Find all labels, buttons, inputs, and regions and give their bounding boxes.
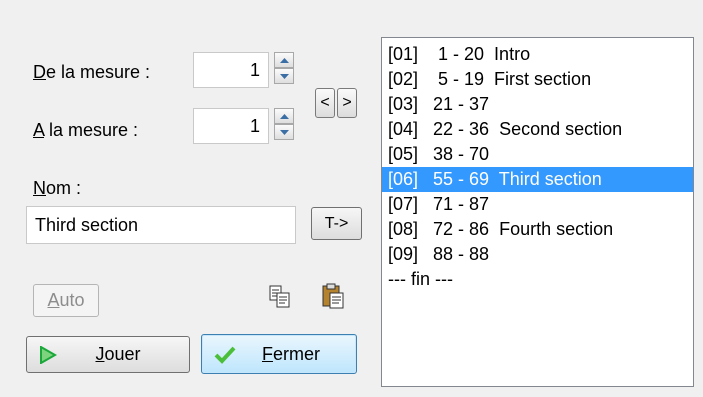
from-measure-spinner[interactable] xyxy=(274,52,294,84)
to-measure-down-button[interactable] xyxy=(274,124,294,140)
play-icon xyxy=(40,346,57,364)
list-item[interactable]: [07] 71 - 87 xyxy=(382,192,693,217)
arrow-up-icon xyxy=(279,113,289,119)
list-item[interactable]: [05] 38 - 70 xyxy=(382,142,693,167)
title-copy-button[interactable]: T-> xyxy=(311,207,362,240)
sections-listbox[interactable]: [01] 1 - 20 Intro [02] 5 - 19 First sect… xyxy=(381,37,694,387)
close-button[interactable]: Fermer xyxy=(201,334,357,374)
paste-icon[interactable] xyxy=(321,283,344,309)
arrow-down-icon xyxy=(279,129,289,135)
play-button[interactable]: Jouer xyxy=(26,336,190,373)
previous-button[interactable]: < xyxy=(315,88,335,118)
to-measure-label: A la mesure : xyxy=(33,120,139,140)
list-end-marker: --- fin --- xyxy=(388,269,453,289)
list-item[interactable]: [04] 22 - 36 Second section xyxy=(382,117,693,142)
name-input[interactable]: Third section xyxy=(26,206,296,244)
copy-icon[interactable] xyxy=(269,285,291,309)
list-item[interactable]: [02] 5 - 19 First section xyxy=(382,67,693,92)
check-icon xyxy=(214,346,236,364)
list-item[interactable]: [03] 21 - 37 xyxy=(382,92,693,117)
list-item-selected[interactable]: [06] 55 - 69 Third section xyxy=(382,167,693,192)
name-label: Nom : xyxy=(33,178,82,198)
next-button[interactable]: > xyxy=(337,88,357,118)
from-measure-input[interactable]: 1 xyxy=(193,52,269,88)
list-item[interactable]: [08] 72 - 86 Fourth section xyxy=(382,217,693,242)
arrow-down-icon xyxy=(279,73,289,79)
to-measure-input[interactable]: 1 xyxy=(193,108,269,144)
from-measure-label: De la mesure : xyxy=(33,62,151,82)
from-measure-down-button[interactable] xyxy=(274,68,294,84)
arrow-up-icon xyxy=(279,57,289,63)
to-measure-spinner[interactable] xyxy=(274,108,294,140)
list-item[interactable]: [09] 88 - 88 xyxy=(382,242,693,267)
list-item[interactable]: [01] 1 - 20 Intro xyxy=(382,42,693,67)
auto-button[interactable]: Auto xyxy=(33,284,99,317)
from-measure-up-button[interactable] xyxy=(274,52,294,68)
to-measure-up-button[interactable] xyxy=(274,108,294,124)
